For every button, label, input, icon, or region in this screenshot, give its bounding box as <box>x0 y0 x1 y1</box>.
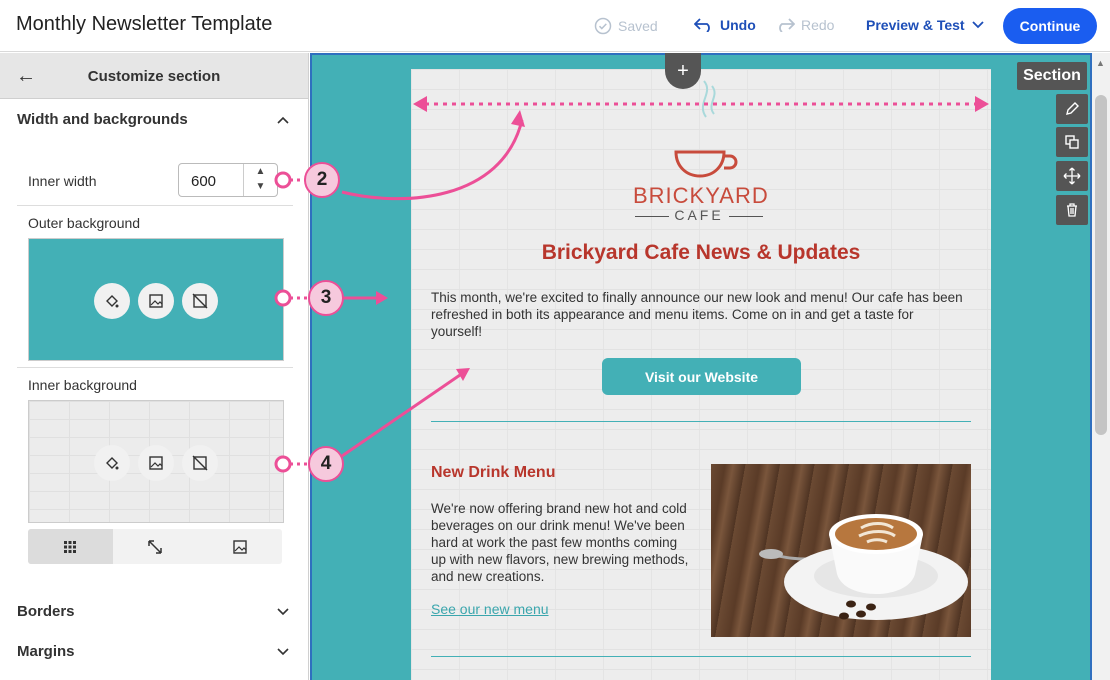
visit-website-button[interactable]: Visit our Website <box>602 358 801 395</box>
tile-mode-icon[interactable] <box>28 529 113 564</box>
borders-header[interactable]: Borders <box>17 603 75 620</box>
move-icon[interactable] <box>1056 161 1088 191</box>
image-icon[interactable] <box>138 283 174 319</box>
chevron-down-icon[interactable] <box>276 647 290 657</box>
image-mode-icon[interactable] <box>197 529 282 564</box>
coffee-photo[interactable] <box>711 464 971 637</box>
top-bar: Monthly Newsletter Template Saved Undo R… <box>0 0 1110 52</box>
outer-background-label: Outer background <box>28 215 141 231</box>
preview-test-menu[interactable]: Preview & Test <box>866 17 985 33</box>
sidebar-header: ← Customize section <box>0 53 308 99</box>
chevron-down-icon <box>971 21 984 29</box>
preview-label: Preview & Test <box>866 17 965 33</box>
template-title: Monthly Newsletter Template <box>16 13 273 35</box>
outer-background-swatch[interactable] <box>28 238 284 361</box>
sidebar-title: Customize section <box>87 68 221 85</box>
stretch-mode-icon[interactable] <box>113 529 198 564</box>
undo-label: Undo <box>720 17 756 33</box>
divider <box>17 367 293 368</box>
callout-4: 4 <box>308 446 344 482</box>
image-icon[interactable] <box>138 445 174 481</box>
divider-line <box>431 656 971 657</box>
logo-name: BRICKYARD <box>633 183 769 208</box>
check-circle-icon <box>594 17 612 35</box>
saved-status: Saved <box>594 17 658 35</box>
scrollbar-thumb[interactable] <box>1095 95 1107 435</box>
section-label: Section <box>1017 62 1087 90</box>
trash-icon[interactable] <box>1056 195 1088 225</box>
logo-subtext: CAFE <box>633 207 765 223</box>
chevron-down-icon[interactable] <box>276 607 290 617</box>
width-backgrounds-header[interactable]: Width and backgrounds <box>17 111 188 128</box>
inner-background-swatch[interactable] <box>28 400 284 523</box>
no-image-icon[interactable] <box>182 283 218 319</box>
scroll-up-icon[interactable]: ▲ <box>1096 58 1105 68</box>
continue-button[interactable]: Continue <box>1003 8 1097 44</box>
coffee-cup-logo-icon <box>674 80 738 178</box>
redo-icon <box>779 18 795 32</box>
customize-sidebar: ← Customize section Width and background… <box>0 53 309 680</box>
background-mode-toggle[interactable] <box>28 529 282 564</box>
margins-header[interactable]: Margins <box>17 643 75 660</box>
duplicate-icon[interactable] <box>1056 127 1088 157</box>
undo-button[interactable]: Undo <box>694 17 756 33</box>
redo-button[interactable]: Redo <box>775 17 834 33</box>
drink-menu-body[interactable]: We're now offering brand new hot and col… <box>431 500 691 585</box>
callout-2: 2 <box>304 162 340 198</box>
undo-icon <box>694 18 710 32</box>
inner-background-label: Inner background <box>28 377 137 393</box>
inner-width-input[interactable]: 600 ▲ ▼ <box>178 163 278 197</box>
no-image-icon[interactable] <box>182 445 218 481</box>
redo-label: Redo <box>801 17 835 33</box>
inner-width-value: 600 <box>191 173 217 190</box>
paint-bucket-icon[interactable] <box>94 445 130 481</box>
see-menu-link[interactable]: See our new menu <box>431 601 549 617</box>
divider <box>17 205 293 206</box>
saved-label: Saved <box>618 18 658 34</box>
callout-3: 3 <box>308 280 344 316</box>
edit-pencil-icon[interactable] <box>1056 94 1088 124</box>
inner-width-label: Inner width <box>28 173 97 189</box>
paint-bucket-icon[interactable] <box>94 283 130 319</box>
